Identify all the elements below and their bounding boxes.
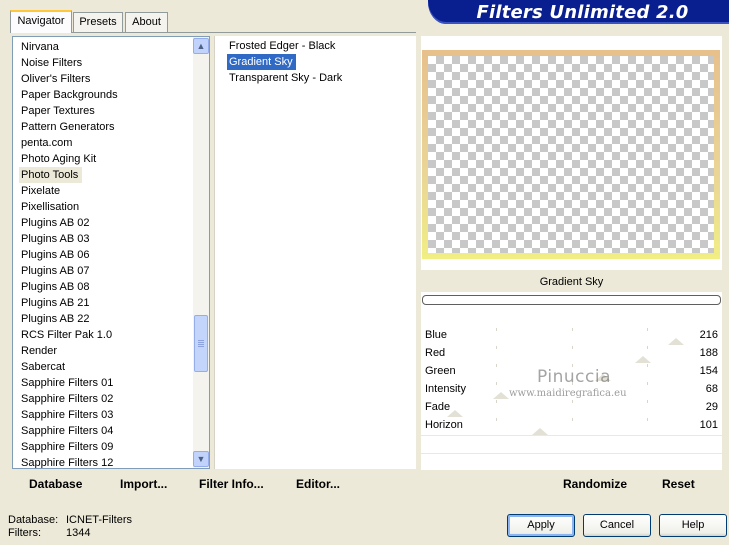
- preview-image: [428, 56, 714, 253]
- slider-thumb[interactable]: [532, 428, 548, 435]
- tab-navigator[interactable]: Navigator: [10, 10, 72, 33]
- apply-button[interactable]: Apply: [507, 514, 575, 537]
- tab-presets[interactable]: Presets: [73, 12, 123, 32]
- category-item[interactable]: Sapphire Filters 02: [19, 391, 209, 407]
- status-filters-label: Filters:: [8, 527, 41, 539]
- category-item[interactable]: Plugins AB 08: [19, 279, 209, 295]
- category-item[interactable]: Plugins AB 06: [19, 247, 209, 263]
- slider-tick: [496, 364, 497, 367]
- chevron-down-icon: ▼: [196, 454, 206, 464]
- tab-about[interactable]: About: [125, 12, 168, 32]
- slider-label: Blue: [425, 329, 448, 341]
- category-item[interactable]: Nirvana: [19, 39, 209, 55]
- scroll-down-button[interactable]: ▼: [193, 451, 209, 467]
- category-item[interactable]: Plugins AB 07: [19, 263, 209, 279]
- grip-line: [198, 346, 204, 347]
- slider-label: Red: [425, 347, 446, 359]
- slider-row-empty: [421, 453, 722, 471]
- category-item[interactable]: Pixellisation: [19, 199, 209, 215]
- category-item[interactable]: Plugins AB 21: [19, 295, 209, 311]
- category-item[interactable]: Pattern Generators: [19, 119, 209, 135]
- slider-tick: [572, 400, 573, 403]
- slider-label: Green: [425, 365, 456, 377]
- slider-thumb[interactable]: [635, 356, 651, 363]
- slider-tick: [647, 328, 648, 331]
- watermark-url: www.maidiregrafica.eu: [509, 388, 627, 399]
- slider-tick: [647, 364, 648, 367]
- slider-value: 188: [699, 347, 718, 359]
- category-item[interactable]: Sapphire Filters 03: [19, 407, 209, 423]
- cancel-button[interactable]: Cancel: [583, 514, 651, 537]
- slider-tick: [647, 418, 648, 421]
- category-item[interactable]: Plugins AB 22: [19, 311, 209, 327]
- scroll-up-button[interactable]: ▲: [193, 38, 209, 54]
- tab-baseline: [12, 32, 416, 33]
- category-item[interactable]: RCS Filter Pak 1.0: [19, 327, 209, 343]
- category-item[interactable]: Photo Aging Kit: [19, 151, 209, 167]
- import-button[interactable]: Import...: [120, 476, 167, 492]
- progress-bar: [422, 295, 721, 305]
- slider-value: 154: [699, 365, 718, 377]
- slider-value: 68: [705, 383, 718, 395]
- slider-label: Intensity: [425, 383, 466, 395]
- slider-label: Fade: [425, 401, 451, 413]
- filter-item[interactable]: Gradient Sky: [227, 54, 296, 70]
- status-filters-value: 1344: [66, 527, 91, 539]
- category-item[interactable]: Sapphire Filters 09: [19, 439, 209, 455]
- category-item[interactable]: Render: [19, 343, 209, 359]
- category-list[interactable]: Nirvana Noise Filters Oliver's Filters Pape…: [12, 36, 210, 469]
- slider-tick: [647, 382, 648, 385]
- category-scrollbar[interactable]: ▲ ▼: [193, 37, 209, 468]
- grip-line: [198, 344, 204, 345]
- category-item[interactable]: Oliver's Filters: [19, 71, 209, 87]
- status-database-value: ICNET-Filters: [66, 514, 132, 526]
- grip-line: [198, 342, 204, 343]
- slider-tick: [647, 400, 648, 403]
- slider-tick: [496, 418, 497, 421]
- slider-thumb[interactable]: [493, 392, 509, 399]
- randomize-button[interactable]: Randomize: [563, 476, 627, 492]
- slider-tick: [572, 418, 573, 421]
- category-item[interactable]: Sabercat: [19, 359, 209, 375]
- category-item[interactable]: Noise Filters: [19, 55, 209, 71]
- filter-info-button[interactable]: Filter Info...: [199, 476, 264, 492]
- slider-row-empty: [421, 435, 722, 453]
- slider-value: 29: [705, 401, 718, 413]
- slider-tick: [572, 328, 573, 331]
- chevron-up-icon: ▲: [196, 41, 206, 51]
- slider-value: 216: [699, 329, 718, 341]
- filter-item[interactable]: Frosted Edger - Black: [227, 38, 416, 54]
- category-item[interactable]: Sapphire Filters 04: [19, 423, 209, 439]
- slider-tick: [572, 346, 573, 349]
- slider-tick: [496, 346, 497, 349]
- help-button[interactable]: Help: [659, 514, 727, 537]
- slider-label: Horizon: [425, 419, 463, 431]
- category-item[interactable]: Paper Textures: [19, 103, 209, 119]
- category-item[interactable]: Plugins AB 02: [19, 215, 209, 231]
- grip-line: [198, 340, 204, 341]
- database-button[interactable]: Database: [29, 476, 82, 492]
- slider-value: 101: [699, 419, 718, 431]
- category-item[interactable]: Photo Tools: [19, 167, 83, 183]
- reset-button[interactable]: Reset: [662, 476, 695, 492]
- slider-tick: [496, 382, 497, 385]
- category-item[interactable]: Sapphire Filters 01: [19, 375, 209, 391]
- watermark-name: Pinuccia: [537, 367, 611, 387]
- slider-tick: [496, 328, 497, 331]
- category-item[interactable]: Plugins AB 03: [19, 231, 209, 247]
- category-item[interactable]: Sapphire Filters 12: [19, 455, 209, 468]
- editor-button[interactable]: Editor...: [296, 476, 340, 492]
- app-title: Filters Unlimited 2.0: [476, 2, 689, 23]
- status-database-label: Database:: [8, 514, 59, 526]
- slider-tick: [647, 346, 648, 349]
- filter-name-label: Gradient Sky: [539, 276, 604, 288]
- category-item[interactable]: Paper Backgrounds: [19, 87, 209, 103]
- filter-item[interactable]: Transparent Sky - Dark: [227, 70, 416, 86]
- category-item[interactable]: Pixelate: [19, 183, 209, 199]
- category-item[interactable]: penta.com: [19, 135, 209, 151]
- filter-list[interactable]: Frosted Edger - Black Gradient Sky Transpa…: [214, 36, 416, 469]
- slider-tick: [496, 400, 497, 403]
